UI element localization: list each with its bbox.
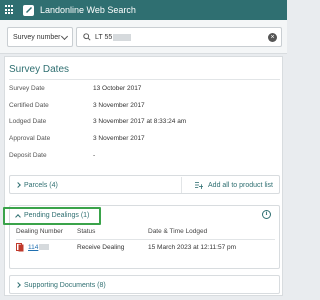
supporting-documents-card: Supporting Documents (8) xyxy=(9,275,280,294)
parcels-label: Parcels (4) xyxy=(24,181,58,189)
add-list-icon xyxy=(195,182,204,189)
document-icon xyxy=(16,243,24,252)
column-header: Date & Time Lodged xyxy=(148,228,208,235)
dealing-status: Receive Dealing xyxy=(77,244,125,251)
redacted-text xyxy=(39,244,50,251)
landonline-logo-icon xyxy=(23,4,34,16)
column-header: Status xyxy=(77,228,96,235)
column-header: Dealing Number xyxy=(16,228,63,235)
survey-dates-title: Survey Dates xyxy=(9,64,70,75)
app-title: Landonline Web Search xyxy=(40,5,136,15)
row-value: 3 November 2017 at 8:33:24 am xyxy=(93,118,187,125)
app-header: Landonline Web Search xyxy=(0,0,287,20)
divider xyxy=(9,79,280,80)
row-value: 3 November 2017 xyxy=(93,102,145,109)
row-label: Survey Date xyxy=(9,85,45,92)
chevron-down-icon xyxy=(60,32,69,41)
app-grid-icon[interactable] xyxy=(5,5,15,15)
deposit-date-row: Deposit Date - xyxy=(9,150,280,162)
chevron-right-icon xyxy=(15,182,21,188)
lodged-date-row: Lodged Date 3 November 2017 at 8:33:24 a… xyxy=(9,116,280,128)
redacted-text xyxy=(113,33,132,41)
survey-panel: Survey Dates Survey Date 13 October 2017… xyxy=(4,56,283,296)
clear-search-icon[interactable]: × xyxy=(268,33,277,42)
dealing-number-cell: 114 xyxy=(16,243,50,252)
approval-date-row: Approval Date 3 November 2017 xyxy=(9,133,280,145)
row-value: 3 November 2017 xyxy=(93,135,145,142)
highlight-box xyxy=(3,207,101,225)
table-header: Dealing Number Status Date & Time Lodged xyxy=(16,228,275,238)
row-label: Approval Date xyxy=(9,135,51,142)
survey-date-row: Survey Date 13 October 2017 xyxy=(9,83,280,95)
chevron-right-icon xyxy=(15,282,21,288)
add-all-label: Add all to product list xyxy=(208,181,273,189)
search-bar: Survey number LT 55 × xyxy=(0,20,287,54)
row-label: Deposit Date xyxy=(9,152,47,159)
dealing-number-link[interactable]: 114 xyxy=(28,244,38,251)
search-type-select[interactable]: Survey number xyxy=(7,27,73,47)
add-all-to-product-list-button[interactable]: Add all to product list xyxy=(181,177,273,193)
row-value: - xyxy=(93,152,96,159)
row-label: Certified Date xyxy=(9,102,49,109)
search-query-value: LT 55 xyxy=(95,33,113,41)
search-input[interactable]: LT 55 × xyxy=(76,27,282,47)
divider xyxy=(16,239,275,240)
supporting-documents-toggle[interactable]: Supporting Documents (8) xyxy=(10,276,279,294)
parcels-card: Parcels (4) Add all to product list xyxy=(9,175,280,194)
search-icon xyxy=(83,33,91,41)
search-type-value: Survey number xyxy=(13,33,61,41)
supporting-documents-label: Supporting Documents (8) xyxy=(24,281,106,289)
dealing-lodged-date: 15 March 2023 at 12:11:57 pm xyxy=(148,244,237,251)
divider xyxy=(181,177,183,193)
table-row: 114 Receive Dealing 15 March 2023 at 12:… xyxy=(16,243,275,254)
info-icon[interactable]: i xyxy=(262,210,271,219)
row-value: 13 October 2017 xyxy=(93,85,142,92)
certified-date-row: Certified Date 3 November 2017 xyxy=(9,100,280,112)
row-label: Lodged Date xyxy=(9,118,47,125)
